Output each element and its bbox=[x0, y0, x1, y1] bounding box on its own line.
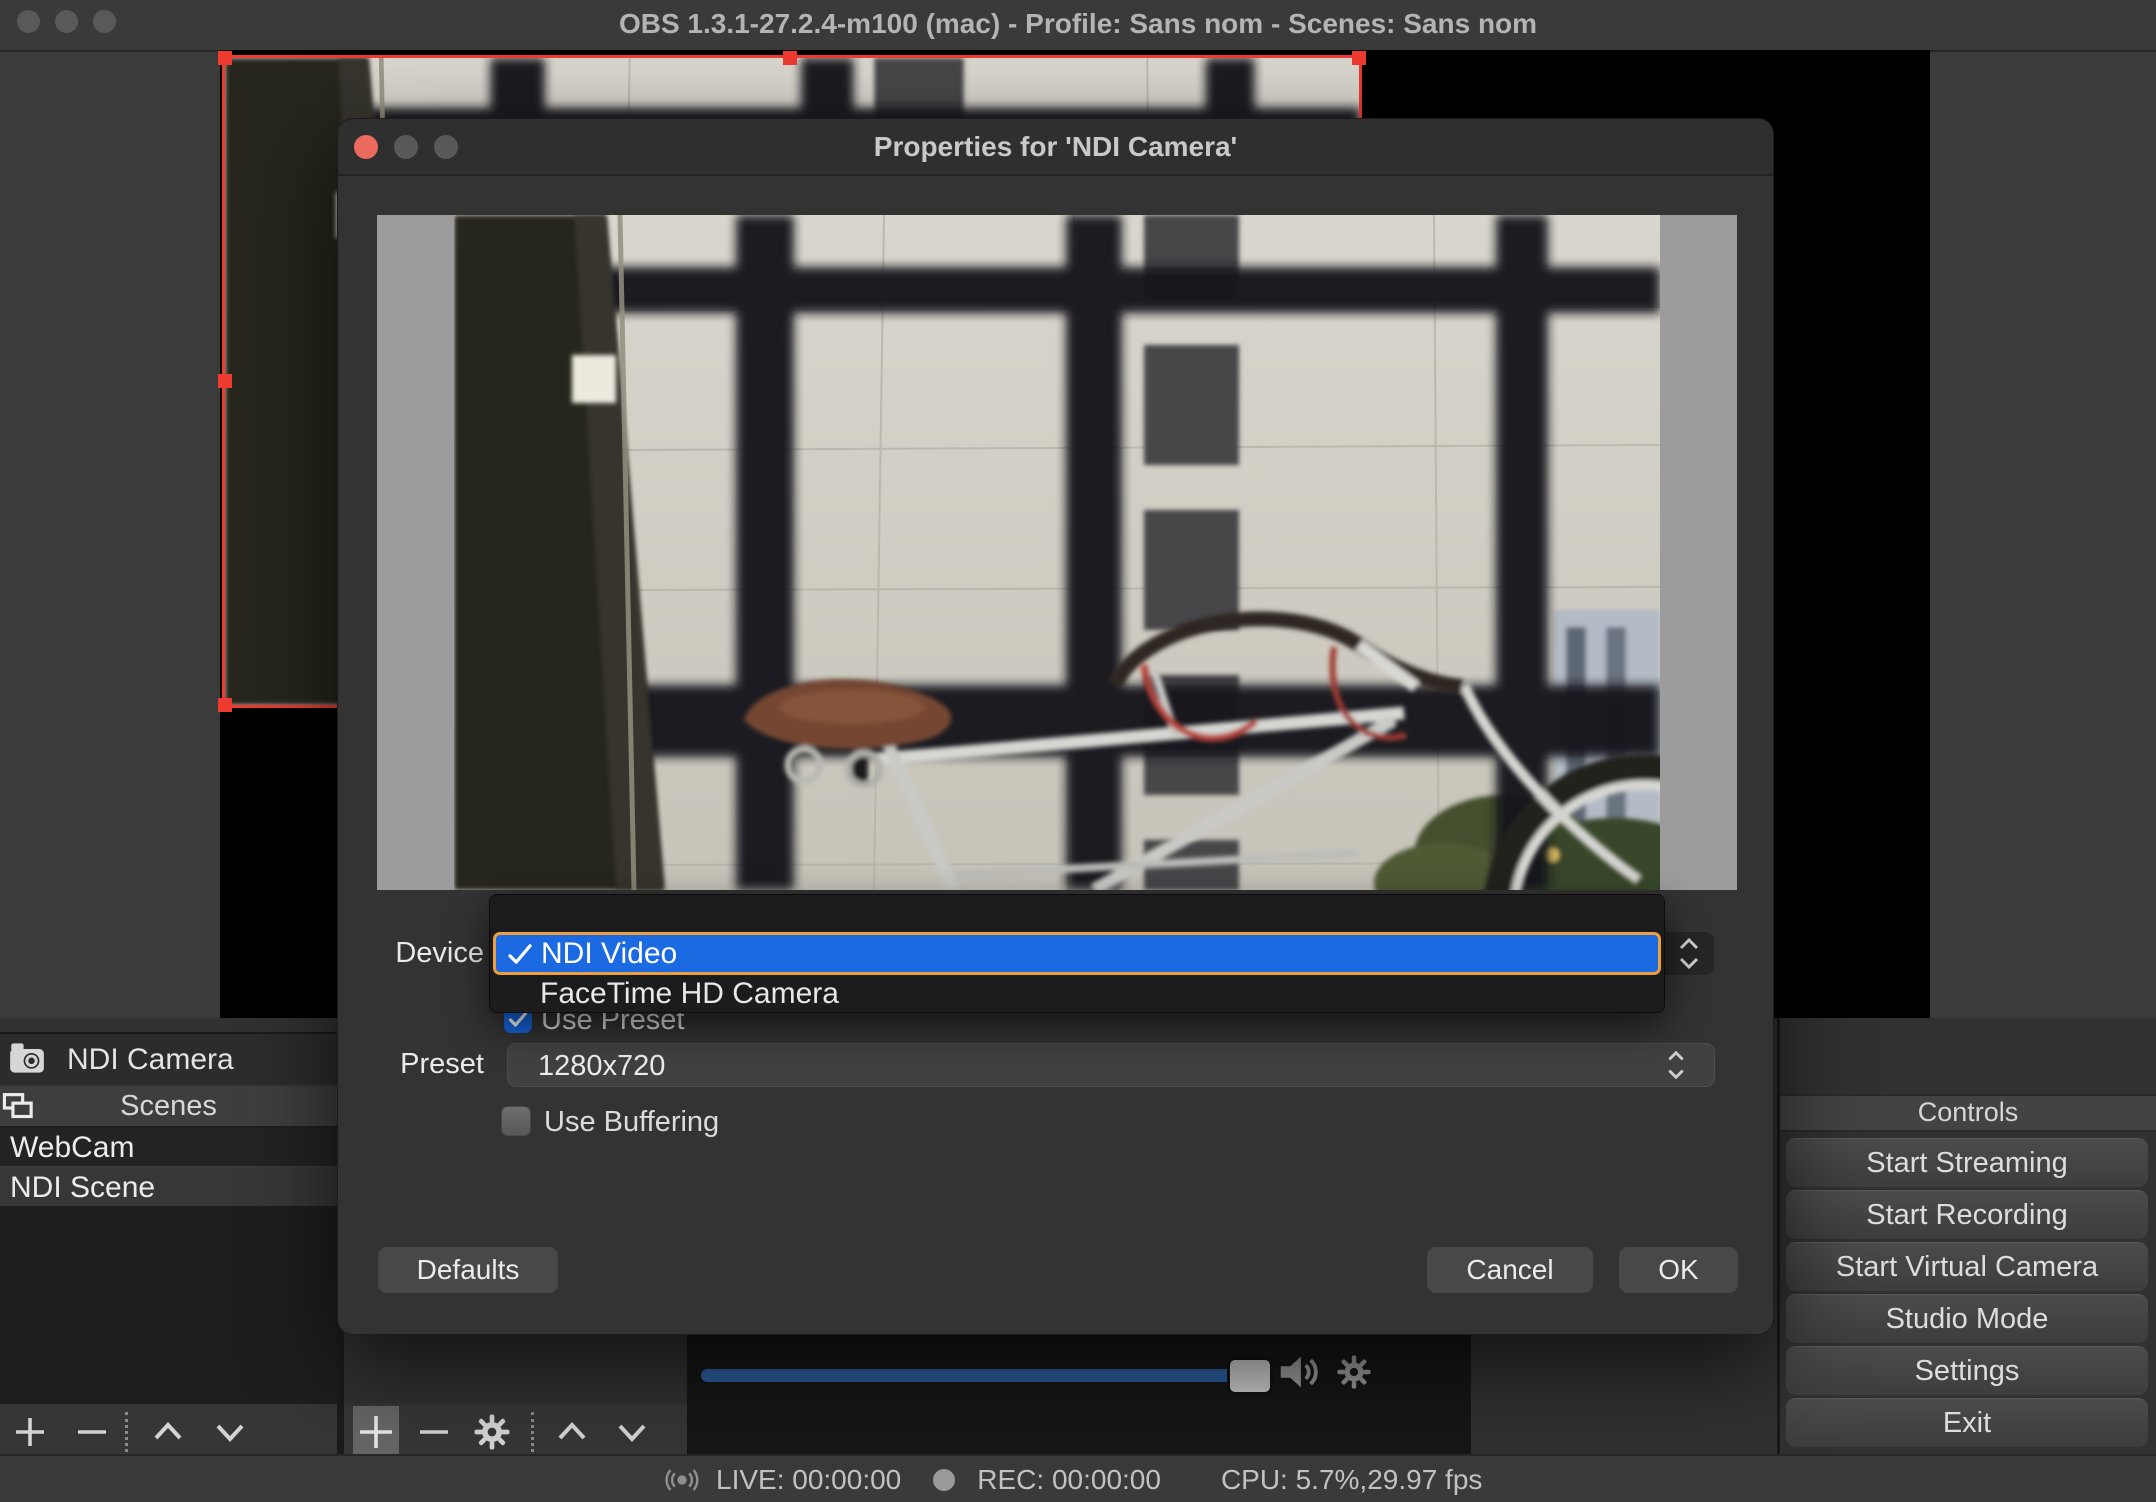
app-title: OBS 1.3.1-27.2.4-m100 (mac) - Profile: S… bbox=[0, 8, 2156, 40]
selection-handle-bottom-left[interactable] bbox=[218, 698, 232, 712]
source-item-label: NDI Camera bbox=[67, 1043, 234, 1077]
preview-pillarbox-left bbox=[377, 215, 454, 890]
scenes-dock-header[interactable]: Scenes bbox=[0, 1086, 337, 1128]
scenes-header-label: Scenes bbox=[0, 1090, 337, 1123]
selection-handle-top-left[interactable] bbox=[218, 51, 232, 65]
preset-combobox[interactable]: 1280x720 bbox=[507, 1043, 1715, 1087]
dropdown-option-label: FaceTime HD Camera bbox=[540, 977, 839, 1010]
preset-value: 1280x720 bbox=[538, 1050, 665, 1083]
dialog-title: Properties for 'NDI Camera' bbox=[338, 131, 1773, 163]
scene-item-label: NDI Scene bbox=[10, 1171, 155, 1205]
use-buffering-label: Use Buffering bbox=[544, 1106, 719, 1139]
preset-label: Preset bbox=[364, 1048, 484, 1081]
chevron-up-icon bbox=[1677, 937, 1701, 952]
properties-dialog: Properties for 'NDI Camera' Device Use P… bbox=[337, 118, 1774, 1335]
device-label: Device bbox=[364, 937, 484, 970]
selection-handle-top-right[interactable] bbox=[1352, 51, 1366, 65]
exit-button[interactable]: Exit bbox=[1786, 1398, 2148, 1447]
chevron-up-icon bbox=[1666, 1050, 1686, 1063]
controls-header-label: Controls bbox=[1780, 1097, 2156, 1128]
obs-main-window: OBS 1.3.1-27.2.4-m100 (mac) - Profile: S… bbox=[0, 0, 2156, 1502]
source-list-item[interactable]: NDI Camera bbox=[0, 1034, 337, 1084]
device-combo-stepper[interactable] bbox=[1664, 932, 1714, 975]
scene-item-label: WebCam bbox=[10, 1131, 134, 1165]
live-broadcast-icon bbox=[660, 1464, 704, 1496]
chevron-down-icon bbox=[1677, 955, 1701, 970]
chevron-down-icon bbox=[1666, 1067, 1686, 1080]
rec-status-icon bbox=[933, 1469, 955, 1491]
ok-button[interactable]: OK bbox=[1619, 1247, 1738, 1293]
source-preview bbox=[377, 215, 1737, 890]
scene-item-ndi-scene[interactable]: NDI Scene bbox=[0, 1168, 337, 1208]
move-up-icon[interactable] bbox=[148, 1412, 188, 1452]
volume-slider-handle[interactable] bbox=[1227, 1357, 1273, 1395]
source-down-icon[interactable] bbox=[612, 1412, 652, 1452]
preview-image bbox=[454, 215, 1660, 890]
cpu-fps-stats: CPU: 5.7%,29.97 fps bbox=[1221, 1464, 1482, 1496]
selection-handle-top-center[interactable] bbox=[783, 51, 797, 65]
status-bar: LIVE: 00:00:00 REC: 00:00:00 CPU: 5.7%,2… bbox=[0, 1454, 2156, 1502]
settings-button[interactable]: Settings bbox=[1786, 1346, 2148, 1395]
scenes-toolbar bbox=[0, 1404, 337, 1460]
checkmark-icon bbox=[505, 939, 535, 969]
move-down-icon[interactable] bbox=[210, 1412, 250, 1452]
cancel-button[interactable]: Cancel bbox=[1427, 1247, 1593, 1293]
dropdown-option-facetime[interactable]: FaceTime HD Camera bbox=[540, 977, 839, 1011]
dropdown-option-label: NDI Video bbox=[541, 937, 677, 971]
controls-dock-header[interactable]: Controls bbox=[1780, 1094, 2156, 1132]
toolbar-separator bbox=[531, 1412, 534, 1452]
sources-toolbar bbox=[344, 1404, 687, 1460]
start-streaming-button[interactable]: Start Streaming bbox=[1786, 1138, 2148, 1187]
use-buffering-checkbox[interactable] bbox=[501, 1106, 531, 1136]
controls-dock-divider bbox=[1777, 1018, 1780, 1454]
volume-slider-track[interactable] bbox=[701, 1369, 1266, 1382]
defaults-button[interactable]: Defaults bbox=[378, 1247, 558, 1293]
remove-source-icon[interactable] bbox=[414, 1412, 454, 1452]
source-up-icon[interactable] bbox=[552, 1412, 592, 1452]
start-virtual-camera-button[interactable]: Start Virtual Camera bbox=[1786, 1242, 2148, 1291]
scenes-list-empty-area bbox=[0, 1206, 337, 1404]
studio-mode-button[interactable]: Studio Mode bbox=[1786, 1294, 2148, 1343]
source-properties-gear-icon[interactable] bbox=[472, 1412, 512, 1452]
selection-handle-middle-left[interactable] bbox=[218, 374, 232, 388]
audio-mixer-panel bbox=[687, 1333, 1471, 1460]
dialog-titlebar[interactable]: Properties for 'NDI Camera' bbox=[338, 119, 1773, 176]
rec-time: REC: 00:00:00 bbox=[977, 1464, 1161, 1496]
speaker-icon[interactable] bbox=[1275, 1349, 1321, 1395]
scene-item-webcam[interactable]: WebCam bbox=[0, 1128, 337, 1168]
add-icon[interactable] bbox=[10, 1412, 50, 1452]
device-dropdown-popup: NDI Video FaceTime HD Camera bbox=[489, 894, 1665, 1013]
app-titlebar: OBS 1.3.1-27.2.4-m100 (mac) - Profile: S… bbox=[0, 0, 2156, 52]
start-recording-button[interactable]: Start Recording bbox=[1786, 1190, 2148, 1239]
camera-icon bbox=[9, 1042, 45, 1074]
toolbar-separator bbox=[125, 1412, 128, 1452]
dropdown-option-ndi-video[interactable]: NDI Video bbox=[493, 932, 1661, 975]
remove-icon[interactable] bbox=[72, 1412, 112, 1452]
preview-pillarbox-right bbox=[1660, 215, 1737, 890]
add-source-icon[interactable] bbox=[356, 1412, 396, 1452]
mixer-gear-icon[interactable] bbox=[1335, 1353, 1373, 1391]
live-time: LIVE: 00:00:00 bbox=[716, 1464, 901, 1496]
